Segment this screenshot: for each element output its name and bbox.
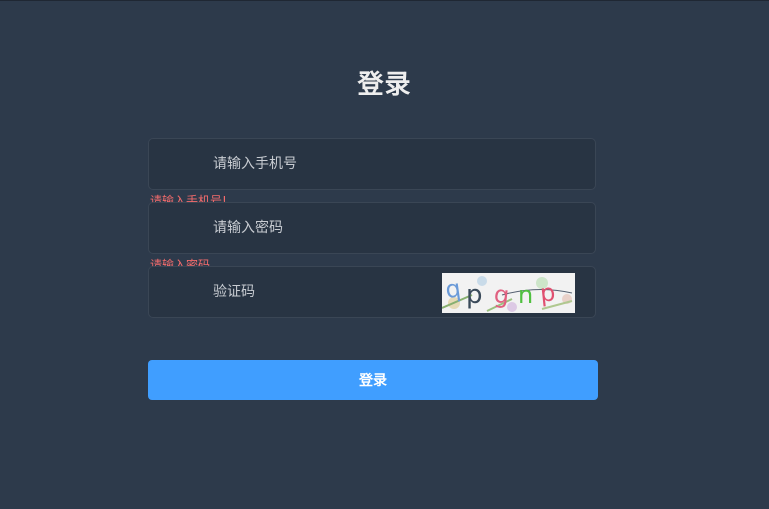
phone-field-container [148,138,596,190]
password-input[interactable] [213,203,473,253]
login-button[interactable]: 登录 [148,360,598,400]
phone-input[interactable] [213,139,473,189]
password-field-container [148,202,596,254]
svg-text:p: p [539,278,557,307]
svg-text:p: p [466,280,483,310]
page-title: 登录 [357,70,412,100]
captcha-input[interactable] [213,267,473,317]
captcha-image[interactable]: q p g n p [442,273,575,313]
top-border [0,0,769,1]
svg-text:g: g [493,280,511,309]
captcha-field-container: q p g n p [148,266,596,318]
svg-text:n: n [518,281,533,309]
